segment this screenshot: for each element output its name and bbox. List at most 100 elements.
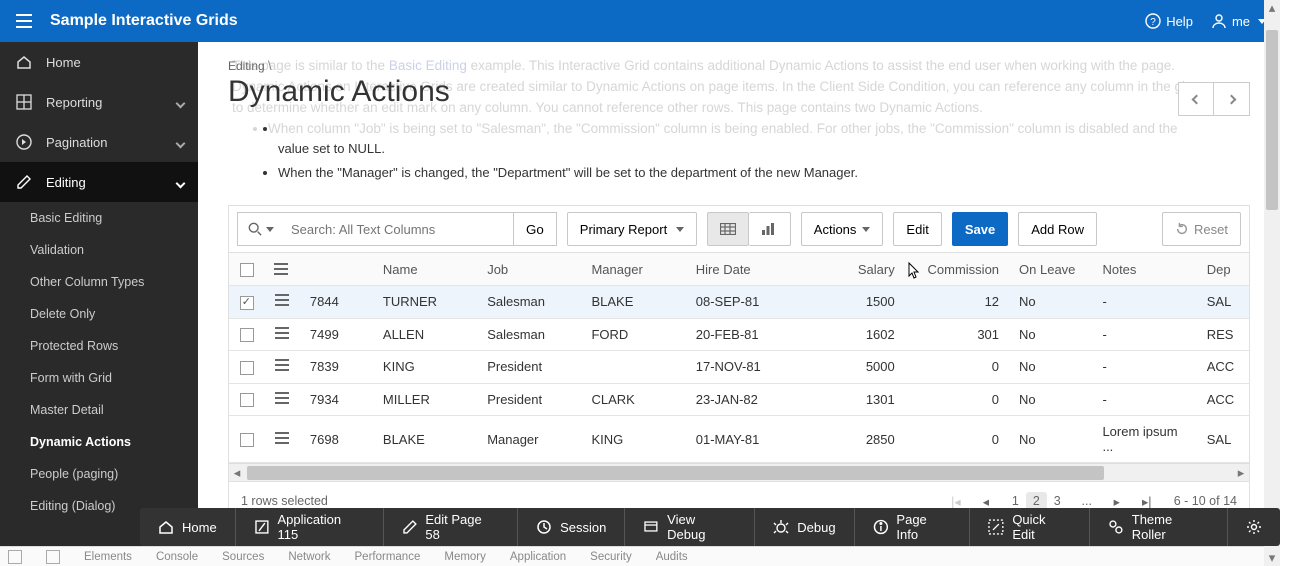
column-header-Hire Date[interactable]: Hire Date bbox=[686, 253, 801, 285]
cell[interactable]: CLARK bbox=[581, 383, 685, 416]
device-icon[interactable] bbox=[46, 550, 60, 564]
row-menu-icon[interactable] bbox=[274, 263, 288, 275]
devbar-edit-page-58[interactable]: Edit Page 58 bbox=[384, 508, 519, 546]
devbar-quick-edit[interactable]: Quick Edit bbox=[970, 508, 1089, 546]
devtools-tab-audits[interactable]: Audits bbox=[656, 551, 688, 563]
cell[interactable]: MILLER bbox=[373, 383, 477, 416]
sidebar-item-pagination[interactable]: Pagination bbox=[0, 122, 198, 162]
devbar-view-debug[interactable]: View Debug bbox=[625, 508, 755, 546]
cell[interactable]: 301 bbox=[905, 318, 1009, 351]
cell[interactable]: - bbox=[1092, 383, 1196, 416]
cell[interactable]: Salesman bbox=[477, 318, 581, 351]
cell[interactable]: No bbox=[1009, 351, 1092, 384]
cell[interactable]: 1500 bbox=[800, 285, 904, 318]
cell[interactable]: - bbox=[1092, 318, 1196, 351]
sidebar-subitem-people-paging-[interactable]: People (paging) bbox=[0, 458, 198, 490]
cell[interactable]: SAL bbox=[1197, 416, 1249, 463]
sidebar-subitem-protected-rows[interactable]: Protected Rows bbox=[0, 330, 198, 362]
sidebar-item-editing[interactable]: Editing bbox=[0, 162, 198, 202]
cell[interactable]: TURNER bbox=[373, 285, 477, 318]
cell[interactable]: ALLEN bbox=[373, 318, 477, 351]
report-select[interactable]: Primary Report bbox=[567, 212, 697, 246]
devtools-tab-memory[interactable]: Memory bbox=[444, 551, 486, 563]
cell[interactable]: - bbox=[1092, 351, 1196, 384]
column-header-On Leave[interactable]: On Leave bbox=[1009, 253, 1092, 285]
cell[interactable]: RES bbox=[1197, 318, 1249, 351]
devbar-theme-roller[interactable]: Theme Roller bbox=[1090, 508, 1228, 546]
cell[interactable]: 0 bbox=[905, 416, 1009, 463]
grid-view-button[interactable] bbox=[707, 212, 749, 246]
row-checkbox[interactable] bbox=[240, 328, 254, 342]
sidebar-subitem-validation[interactable]: Validation bbox=[0, 234, 198, 266]
sidebar-item-home[interactable]: Home bbox=[0, 42, 198, 82]
sidebar-subitem-delete-only[interactable]: Delete Only bbox=[0, 298, 198, 330]
column-header-Dep[interactable]: Dep bbox=[1197, 253, 1249, 285]
row-menu-icon[interactable] bbox=[275, 359, 289, 371]
devtools-tab-elements[interactable]: Elements bbox=[84, 551, 132, 563]
save-button[interactable]: Save bbox=[952, 212, 1008, 246]
table-row[interactable]: 7698BLAKEManagerKING01-MAY-8128500NoLore… bbox=[229, 416, 1249, 463]
cell[interactable]: 20-FEB-81 bbox=[686, 318, 801, 351]
cell[interactable]: 0 bbox=[905, 383, 1009, 416]
cell[interactable]: President bbox=[477, 383, 581, 416]
cell[interactable]: KING bbox=[581, 416, 685, 463]
search-menu-button[interactable] bbox=[237, 212, 283, 246]
sidebar-subitem-master-detail[interactable]: Master Detail bbox=[0, 394, 198, 426]
devtools-tab-sources[interactable]: Sources bbox=[222, 551, 264, 563]
cell[interactable]: 23-JAN-82 bbox=[686, 383, 801, 416]
cell[interactable]: 08-SEP-81 bbox=[686, 285, 801, 318]
cell[interactable]: SAL bbox=[1197, 285, 1249, 318]
reset-button[interactable]: Reset bbox=[1162, 212, 1241, 246]
search-input[interactable] bbox=[283, 212, 513, 246]
row-menu-icon[interactable] bbox=[275, 432, 289, 444]
column-header-Commission[interactable]: Commission bbox=[905, 253, 1009, 285]
table-row[interactable]: 7934MILLERPresidentCLARK23-JAN-8213010No… bbox=[229, 383, 1249, 416]
row-menu-icon[interactable] bbox=[275, 392, 289, 404]
cell[interactable]: No bbox=[1009, 285, 1092, 318]
cell[interactable]: 7698 bbox=[300, 416, 373, 463]
cell[interactable]: 7499 bbox=[300, 318, 373, 351]
column-header-Salary[interactable]: Salary bbox=[800, 253, 904, 285]
devtools-tab-application[interactable]: Application bbox=[510, 551, 566, 563]
devtools-tab-network[interactable]: Network bbox=[288, 551, 330, 563]
table-row[interactable]: 7499ALLENSalesmanFORD20-FEB-811602301No-… bbox=[229, 318, 1249, 351]
cell[interactable]: Salesman bbox=[477, 285, 581, 318]
sidebar-subitem-form-with-grid[interactable]: Form with Grid bbox=[0, 362, 198, 394]
cell[interactable]: President bbox=[477, 351, 581, 384]
cell[interactable]: 7844 bbox=[300, 285, 373, 318]
cell[interactable]: 01-MAY-81 bbox=[686, 416, 801, 463]
help-link[interactable]: ? Help bbox=[1145, 13, 1193, 29]
devbar-page-info[interactable]: Page Info bbox=[855, 508, 971, 546]
cell[interactable]: ACC bbox=[1197, 351, 1249, 384]
column-header-col2[interactable] bbox=[300, 253, 373, 285]
cell[interactable]: KING bbox=[373, 351, 477, 384]
devbar-home[interactable]: Home bbox=[140, 508, 236, 546]
row-menu-icon[interactable] bbox=[275, 327, 289, 339]
sidebar-item-reporting[interactable]: Reporting bbox=[0, 82, 198, 122]
cell[interactable]: 2850 bbox=[800, 416, 904, 463]
row-menu-icon[interactable] bbox=[275, 294, 289, 306]
devtools-tab-performance[interactable]: Performance bbox=[355, 551, 421, 563]
user-menu[interactable]: me bbox=[1211, 13, 1266, 29]
column-header-Job[interactable]: Job bbox=[477, 253, 581, 285]
cell[interactable] bbox=[581, 351, 685, 384]
hamburger-icon[interactable] bbox=[14, 11, 34, 31]
cell[interactable]: ACC bbox=[1197, 383, 1249, 416]
cell[interactable]: Manager bbox=[477, 416, 581, 463]
column-header-Name[interactable]: Name bbox=[373, 253, 477, 285]
cell[interactable]: 7839 bbox=[300, 351, 373, 384]
cell[interactable]: No bbox=[1009, 383, 1092, 416]
cell[interactable]: BLAKE bbox=[581, 285, 685, 318]
cell[interactable]: - bbox=[1092, 285, 1196, 318]
table-row[interactable]: 7839KINGPresident17-NOV-8150000No-ACC bbox=[229, 351, 1249, 384]
horizontal-scrollbar[interactable]: ◂▸ bbox=[229, 463, 1249, 481]
row-checkbox[interactable] bbox=[240, 393, 254, 407]
add-row-button[interactable]: Add Row bbox=[1018, 212, 1097, 246]
table-row[interactable]: 7844TURNERSalesmanBLAKE08-SEP-81150012No… bbox=[229, 285, 1249, 318]
cell[interactable]: 7934 bbox=[300, 383, 373, 416]
actions-menu[interactable]: Actions bbox=[801, 212, 884, 246]
edit-button[interactable]: Edit bbox=[893, 212, 941, 246]
sidebar-subitem-other-column-types[interactable]: Other Column Types bbox=[0, 266, 198, 298]
devbar-settings[interactable] bbox=[1228, 508, 1280, 546]
cell[interactable]: 17-NOV-81 bbox=[686, 351, 801, 384]
